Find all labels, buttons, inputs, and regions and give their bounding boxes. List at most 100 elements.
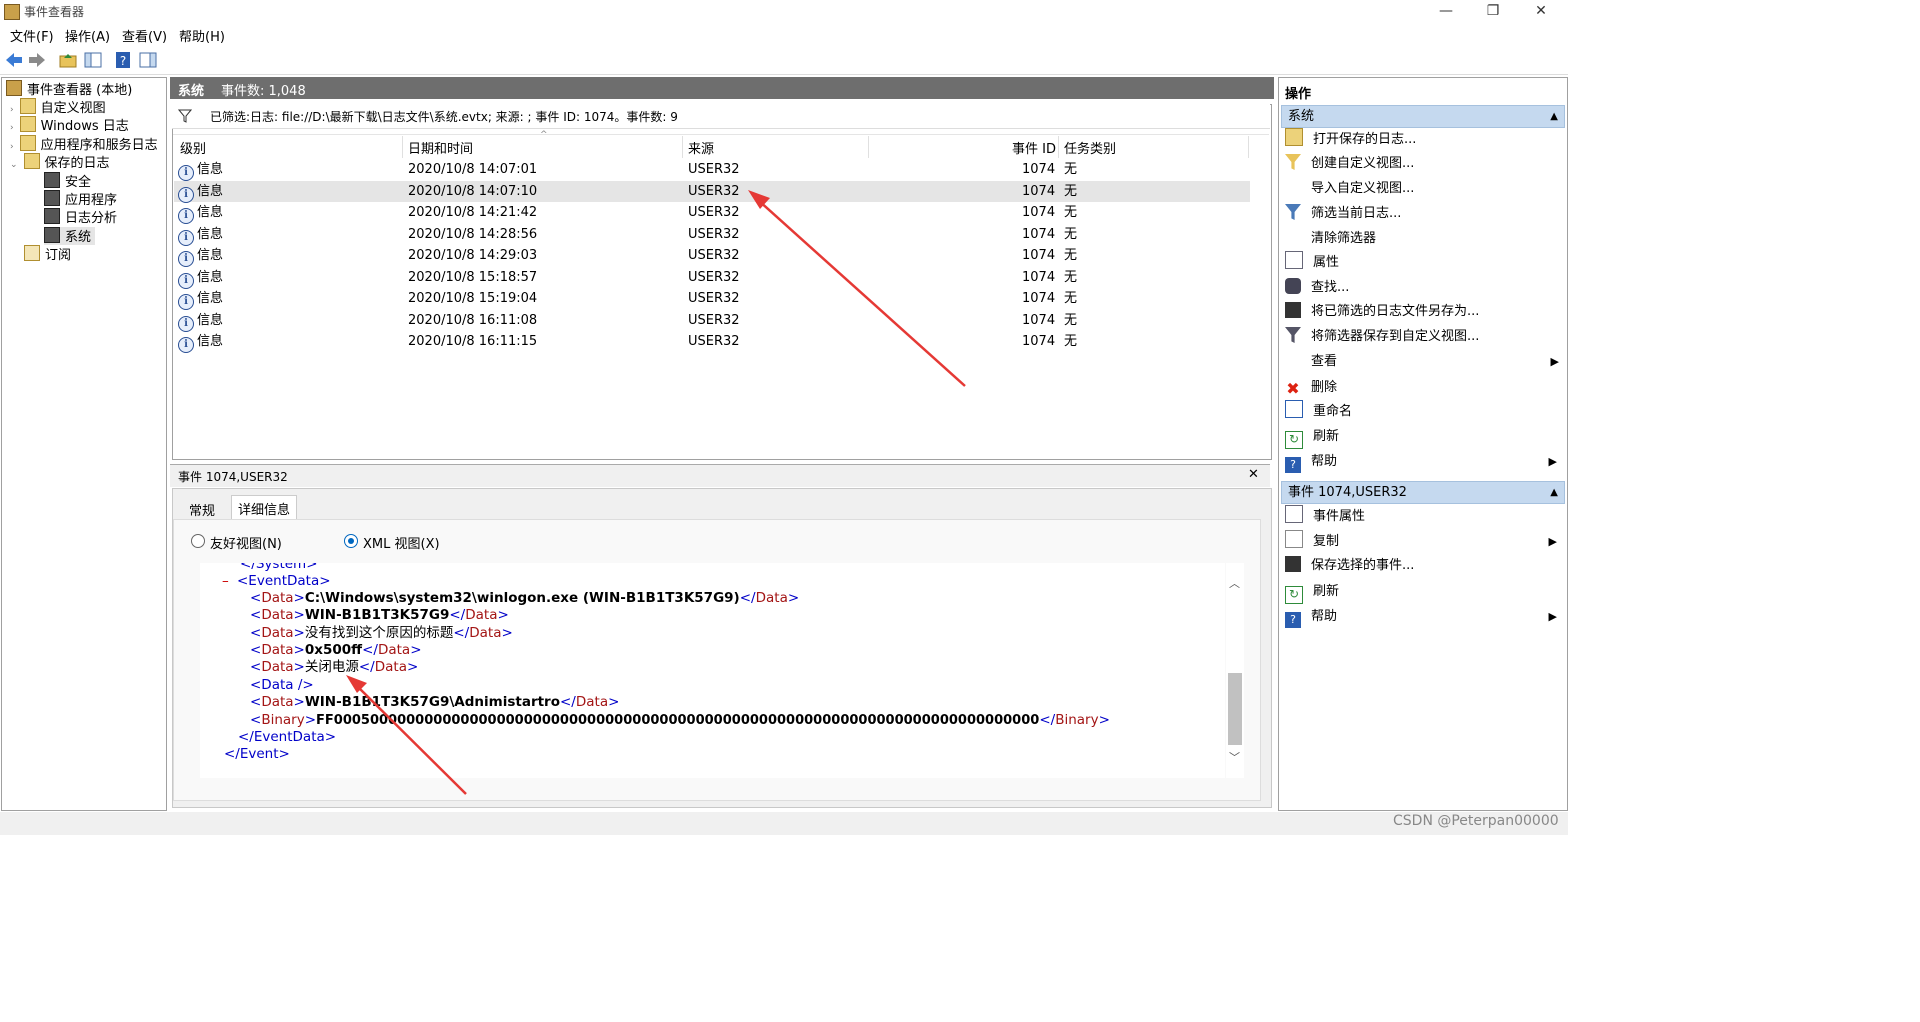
action-view[interactable]: 查看 ▶ (1311, 350, 1559, 374)
show-hide-tree-icon[interactable] (83, 50, 103, 70)
column-source[interactable]: 来源 (688, 138, 714, 157)
col-sep[interactable] (868, 136, 869, 158)
action-clear-filter[interactable]: 清除筛选器 (1311, 227, 1376, 251)
action-help-event[interactable]: ? 帮助 ▶ (1285, 605, 1557, 629)
cell-datetime: 2020/10/8 15:19:04 (408, 291, 538, 306)
action-event-properties[interactable]: 事件属性 (1285, 505, 1365, 529)
menu-help[interactable]: 帮助(H) (179, 26, 225, 45)
xml-data-line-7: <Data>WIN-B1B1T3K57G9\Adnimistartro</Dat… (250, 694, 620, 710)
tree-item-security[interactable]: 安全 (44, 172, 91, 190)
column-level[interactable]: 级别 (180, 138, 206, 157)
collapse-triangle-icon[interactable]: ▲ (1550, 482, 1558, 503)
radio-xml-view[interactable] (344, 534, 358, 548)
back-arrow-icon[interactable] (4, 50, 24, 70)
table-row[interactable]: i 信息 2020/10/8 14:07:01 USER32 1074 无 (174, 159, 1250, 181)
menu-file[interactable]: 文件(F) (10, 26, 54, 45)
scroll-down-icon[interactable]: ﹀ (1229, 749, 1240, 765)
collapse-triangle-icon[interactable]: ▲ (1550, 106, 1558, 127)
tree-item-saved-logs[interactable]: ⌄ 保存的日志 (10, 153, 110, 171)
expand-chevron-icon[interactable]: › (10, 123, 14, 133)
action-delete[interactable]: ✖ 删除 (1285, 376, 1337, 400)
action-help[interactable]: ? 帮助 ▶ (1285, 450, 1557, 474)
funnel-star-icon (1285, 154, 1301, 170)
cell-datetime: 2020/10/8 14:07:10 (408, 183, 538, 199)
xml-viewer: </System> – <EventData> <Data>C:\Windows… (200, 563, 1225, 778)
action-copy[interactable]: 复制 ▶ (1285, 530, 1557, 554)
maximize-button[interactable]: ❐ (1470, 0, 1516, 23)
section-event-header[interactable]: 事件 1074,USER32 ▲ (1281, 481, 1565, 504)
menu-action[interactable]: 操作(A) (65, 26, 110, 45)
xml-scrollbar[interactable]: ︿ ﹀ (1226, 563, 1244, 778)
radio-friendly-view[interactable] (191, 534, 205, 548)
section-system-header[interactable]: 系统 ▲ (1281, 105, 1565, 128)
table-row[interactable]: i 信息 2020/10/8 15:19:04 USER32 1074 无 (174, 288, 1250, 310)
action-create-custom-view[interactable]: 创建自定义视图... (1285, 152, 1414, 176)
column-event-id[interactable]: 事件 ID (1012, 138, 1056, 157)
expand-chevron-icon[interactable]: › (10, 105, 14, 115)
radio-xml-label: XML 视图(X) (363, 537, 440, 552)
tree-item-system[interactable]: 系统 (44, 227, 96, 245)
action-rename[interactable]: 重命名 (1285, 400, 1352, 424)
actions-pane: 操作 系统 ▲ 打开保存的日志... 创建自定义视图... 导入自定义视图... … (1278, 77, 1568, 811)
collapse-chevron-icon[interactable]: ⌄ (10, 160, 18, 170)
show-action-pane-icon[interactable] (138, 50, 158, 70)
action-refresh[interactable]: ↻ 刷新 (1285, 425, 1339, 449)
action-save-selected-events[interactable]: 保存选择的事件... (1285, 554, 1414, 578)
tab-details[interactable]: 详细信息 (231, 495, 298, 521)
cell-datetime: 2020/10/8 14:07:01 (408, 162, 538, 177)
scroll-up-icon[interactable]: ︿ (1229, 575, 1240, 591)
tree-item-log-analysis[interactable]: 日志分析 (44, 208, 117, 226)
tree-item-custom-views[interactable]: › 自定义视图 (10, 98, 106, 116)
close-window-button[interactable]: ✕ (1518, 0, 1564, 23)
table-row[interactable]: i 信息 2020/10/8 16:11:08 USER32 1074 无 (174, 310, 1250, 332)
expand-chevron-icon[interactable]: › (10, 142, 14, 152)
xml-collapse-toggle[interactable]: – (222, 573, 229, 590)
submenu-arrow-icon: ▶ (1548, 455, 1557, 468)
cell-task-category: 无 (1064, 312, 1078, 328)
minimize-button[interactable]: — (1423, 0, 1469, 23)
table-row[interactable]: i 信息 2020/10/8 15:18:57 USER32 1074 无 (174, 267, 1250, 289)
action-filter-current-log[interactable]: 筛选当前日志... (1285, 202, 1401, 226)
col-sep[interactable] (1058, 136, 1059, 158)
cell-event-id: 1074 (1022, 183, 1056, 199)
tree-item-app-service-logs[interactable]: › 应用程序和服务日志 (10, 135, 158, 153)
cell-datetime: 2020/10/8 14:21:42 (408, 205, 538, 220)
help-book-icon: ? (1285, 612, 1301, 628)
tree-item-subscriptions[interactable]: 订阅 (24, 245, 71, 263)
action-refresh-event[interactable]: ↻ 刷新 (1285, 580, 1339, 604)
actions-title: 操作 (1285, 87, 1312, 102)
forward-arrow-icon[interactable] (27, 50, 47, 70)
action-save-filter-to-view[interactable]: 将筛选器保存到自定义视图... (1285, 325, 1479, 349)
col-sep[interactable] (402, 136, 403, 158)
menu-view[interactable]: 查看(V) (122, 26, 167, 45)
action-import-custom-view[interactable]: 导入自定义视图... (1311, 177, 1414, 201)
col-sep[interactable] (1248, 136, 1249, 158)
action-open-saved-log[interactable]: 打开保存的日志... (1285, 128, 1416, 152)
cell-event-id: 1074 (1022, 226, 1056, 242)
column-task-category[interactable]: 任务类别 (1064, 138, 1116, 157)
cell-event-id: 1074 (1022, 269, 1056, 285)
cell-source: USER32 (688, 226, 740, 242)
table-row[interactable]: i 信息 2020/10/8 14:07:10 USER32 1074 无 (174, 180, 1250, 203)
tree-item-windows-logs[interactable]: › Windows 日志 (10, 116, 129, 134)
scroll-thumb[interactable] (1228, 673, 1242, 745)
log-file-icon (44, 172, 60, 188)
filter-bar: 已筛选:日志: file://D:\最新下载\日志文件\系统.evtx; 来源:… (172, 104, 1270, 129)
cell-event-id: 1074 (1022, 248, 1056, 263)
table-row[interactable]: i 信息 2020/10/8 16:11:15 USER32 1074 无 (174, 331, 1250, 353)
toolbar: ? (0, 46, 1568, 75)
table-row[interactable]: i 信息 2020/10/8 14:29:03 USER32 1074 无 (174, 245, 1250, 267)
help-icon[interactable]: ? (113, 50, 133, 70)
detail-close-button[interactable]: ✕ (1248, 467, 1259, 482)
action-save-filtered-log[interactable]: 将已筛选的日志文件另存为... (1285, 300, 1479, 324)
table-row[interactable]: i 信息 2020/10/8 14:21:42 USER32 1074 无 (174, 202, 1250, 224)
tree-item-root[interactable]: 事件查看器 (本地) (6, 80, 132, 98)
action-properties[interactable]: 属性 (1285, 251, 1339, 275)
tree-item-application[interactable]: 应用程序 (44, 190, 117, 208)
folder-up-icon[interactable] (58, 50, 78, 70)
info-icon: i (178, 337, 194, 353)
col-sep[interactable] (682, 136, 683, 158)
action-find[interactable]: 查找... (1285, 276, 1349, 300)
table-row[interactable]: i 信息 2020/10/8 14:28:56 USER32 1074 无 (174, 224, 1250, 246)
column-datetime[interactable]: 日期和时间 (408, 138, 473, 157)
